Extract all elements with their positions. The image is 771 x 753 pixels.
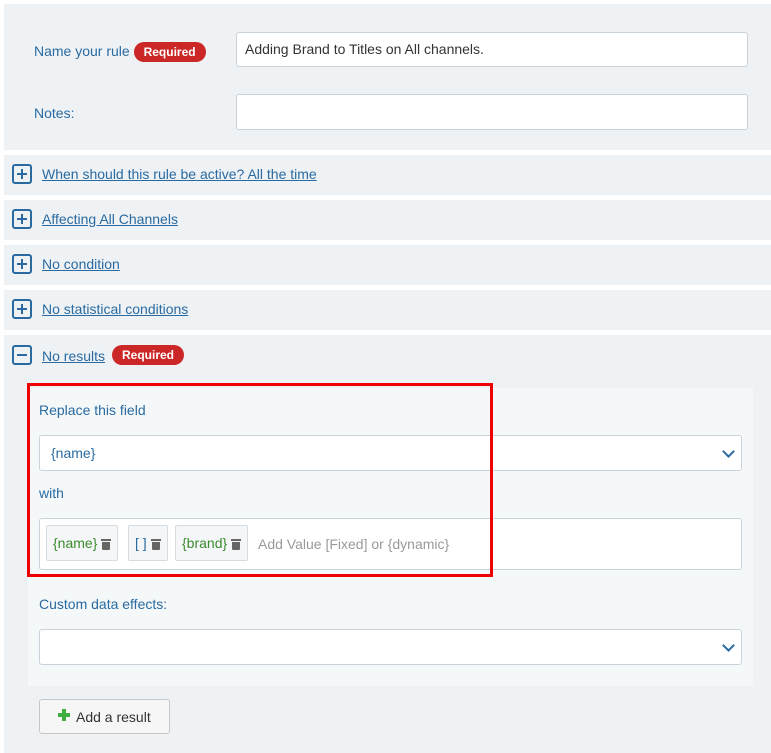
notes-input[interactable]	[236, 94, 748, 130]
with-label: with	[39, 485, 64, 501]
chevron-down-icon	[722, 445, 735, 458]
notes-label: Notes:	[34, 105, 75, 121]
value-chip[interactable]: {name}	[46, 525, 119, 561]
rule-name-label: Name your rule	[34, 43, 130, 59]
section-active-time-link[interactable]: When should this rule be active? All the…	[42, 166, 317, 182]
add-value-placeholder[interactable]: Add Value [Fixed] or {dynamic}	[258, 536, 449, 552]
add-result-button[interactable]: Add a result	[39, 699, 170, 734]
section-statistical-conditions-link[interactable]: No statistical conditions	[42, 301, 188, 317]
add-result-label: Add a result	[76, 709, 151, 725]
replace-field-value: {name}	[51, 445, 96, 461]
value-chip[interactable]: {brand}	[175, 525, 249, 561]
value-chip[interactable]: [ ]	[128, 525, 168, 561]
section-channels[interactable]: Affecting All Channels	[4, 200, 771, 240]
section-statistical-conditions[interactable]: No statistical conditions	[4, 290, 771, 330]
result-editor: Replace this field {name} with {name} [ …	[28, 388, 753, 686]
section-channels-link[interactable]: Affecting All Channels	[42, 211, 178, 227]
results-required-badge: Required	[112, 345, 185, 365]
section-condition[interactable]: No condition	[4, 245, 771, 285]
custom-effects-label: Custom data effects:	[39, 596, 168, 612]
chip-text: {name}	[53, 535, 98, 551]
section-condition-link[interactable]: No condition	[42, 256, 120, 272]
minus-square-icon[interactable]	[12, 345, 32, 365]
required-badge: Required	[133, 42, 206, 62]
chevron-down-icon	[722, 639, 735, 652]
chip-text: {brand}	[182, 535, 228, 551]
section-results-link[interactable]: No results	[42, 348, 105, 364]
plus-square-icon[interactable]	[12, 209, 32, 229]
rule-name-label-group: Name your rule Required	[34, 42, 206, 62]
section-active-time[interactable]: When should this rule be active? All the…	[4, 155, 771, 195]
green-plus-icon	[58, 709, 70, 721]
trash-icon[interactable]	[150, 538, 161, 550]
plus-square-icon[interactable]	[12, 299, 32, 319]
trash-icon[interactable]	[101, 538, 112, 550]
custom-effects-select[interactable]	[39, 629, 742, 665]
replace-field-label: Replace this field	[39, 402, 146, 418]
plus-square-icon[interactable]	[12, 164, 32, 184]
trash-icon[interactable]	[231, 538, 242, 550]
replace-field-select[interactable]: {name}	[39, 435, 742, 471]
rule-details-panel: Name your rule Required Adding Brand to …	[4, 4, 771, 150]
value-builder-input[interactable]: {name} [ ] {brand} Add Value [Fixed] or …	[39, 518, 742, 570]
chip-text: [ ]	[135, 535, 147, 551]
plus-square-icon[interactable]	[12, 254, 32, 274]
rule-name-input[interactable]: Adding Brand to Titles on All channels.	[236, 32, 748, 67]
